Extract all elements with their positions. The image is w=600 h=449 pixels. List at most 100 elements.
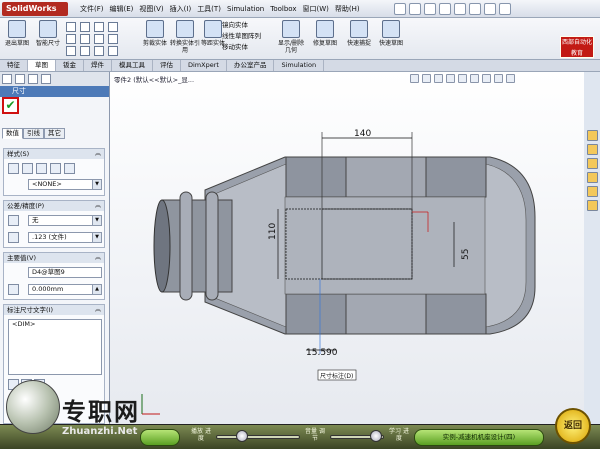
tab-mold-tools[interactable]: 模具工具 <box>112 60 153 71</box>
line-icon[interactable] <box>66 22 76 32</box>
dim-55-label[interactable]: 55 <box>461 249 471 260</box>
dimension-name-field[interactable]: D4@草图9 <box>28 267 102 278</box>
dim-height-label[interactable]: 110 <box>268 223 278 240</box>
move-entities-button[interactable]: 移动实体 <box>222 42 248 52</box>
menu-tools[interactable]: 工具(T) <box>197 3 221 15</box>
dim-active-label[interactable]: 15.590 <box>306 348 338 358</box>
dim-width-label[interactable]: 140 <box>354 129 371 139</box>
open-file-icon[interactable] <box>409 3 421 15</box>
reverse-direction-icon[interactable] <box>8 284 19 295</box>
tab-other[interactable]: 其它 <box>44 128 65 139</box>
tab-simulation[interactable]: Simulation <box>274 60 325 71</box>
file-explorer-icon[interactable] <box>586 158 598 169</box>
tab-features[interactable]: 特征 <box>0 60 28 71</box>
dimxpert-manager-icon[interactable] <box>41 74 51 84</box>
precision-select[interactable]: .123 (文件) ▼ <box>28 232 102 243</box>
menu-edit[interactable]: 编辑(E) <box>110 3 134 15</box>
trim-entities-button[interactable]: 剪裁实体 <box>140 20 170 56</box>
collapse-icon[interactable]: ︽ <box>95 201 101 211</box>
tolerance-section-header[interactable]: 公差/精度(P) ︽ <box>4 201 104 211</box>
view-palette-icon[interactable] <box>586 172 598 183</box>
volume-knob[interactable] <box>370 430 382 442</box>
resources-icon[interactable] <box>586 130 598 141</box>
style-select[interactable]: <NONE> ▼ <box>28 179 102 190</box>
menu-help[interactable]: 帮助(H) <box>335 3 360 15</box>
polygon-icon[interactable] <box>80 34 90 44</box>
rebuild-icon[interactable] <box>484 3 496 15</box>
smart-dimension-button[interactable]: 智能尺寸 <box>33 20 63 56</box>
slot-icon[interactable] <box>94 22 104 32</box>
menu-simulation[interactable]: Simulation <box>227 3 264 15</box>
rapid-sketch-button[interactable]: 快速草图 <box>376 20 406 56</box>
arc-icon[interactable] <box>66 34 76 44</box>
tab-dimxpert[interactable]: DimXpert <box>181 60 227 71</box>
display-relations-button[interactable]: 显示/删除几何 <box>276 20 306 56</box>
menu-toolbox[interactable]: Toolbox <box>270 3 296 15</box>
app-logo[interactable]: SolidWorks <box>2 2 68 16</box>
progress-slider[interactable] <box>216 435 300 439</box>
tab-office-products[interactable]: 办公室产品 <box>227 60 275 71</box>
menu-window[interactable]: 窗口(W) <box>302 3 328 15</box>
ok-button[interactable]: ✔ <box>2 97 19 114</box>
appearances-icon[interactable] <box>586 186 598 197</box>
circle-icon[interactable] <box>66 46 76 56</box>
linear-pattern-button[interactable]: 线性草图阵列 <box>222 31 261 41</box>
quick-snaps-button[interactable]: 快速捕捉 <box>344 20 374 56</box>
spin-icon[interactable]: ▲ <box>92 285 101 294</box>
tab-sheetmetal[interactable]: 钣金 <box>56 60 84 71</box>
design-library-icon[interactable] <box>586 144 598 155</box>
model-viewport: 140 110 55 15.590 尺寸标注(D) <box>141 129 536 415</box>
fillet-icon[interactable] <box>108 34 118 44</box>
rectangle-icon[interactable] <box>80 22 90 32</box>
menu-view[interactable]: 视图(V) <box>139 3 163 15</box>
collapse-icon[interactable]: ︽ <box>95 149 101 159</box>
text-icon[interactable] <box>94 34 104 44</box>
progress-knob[interactable] <box>236 430 248 442</box>
tab-evaluate[interactable]: 评估 <box>153 60 181 71</box>
spline-icon[interactable] <box>108 22 118 32</box>
graphics-area[interactable]: 零件2 (默认<<默认>_显... 140 110 55 15.590 尺寸标注… <box>110 72 584 430</box>
mirror-entities-button[interactable]: 镜向实体 <box>222 20 248 30</box>
tab-sketch[interactable]: 草图 <box>28 60 56 71</box>
tolerance-select[interactable]: 无 ▼ <box>28 215 102 226</box>
ellipse-icon[interactable] <box>80 46 90 56</box>
new-file-icon[interactable] <box>394 3 406 15</box>
tab-value[interactable]: 数值 <box>2 128 23 139</box>
dimension-text-area[interactable]: <DIM> <box>8 319 102 375</box>
property-manager-icon[interactable] <box>15 74 25 84</box>
exit-sketch-icon <box>8 20 26 38</box>
collapse-icon[interactable]: ︽ <box>95 253 101 263</box>
menu-file[interactable]: 文件(F) <box>80 3 104 15</box>
primary-value-header[interactable]: 主要值(V) ︽ <box>4 253 104 263</box>
select-icon[interactable] <box>469 3 481 15</box>
style-apply-icon[interactable] <box>8 163 19 174</box>
custom-props-icon[interactable] <box>586 200 598 211</box>
lesson-title[interactable]: 实例-减速机机座设计(四) <box>414 429 544 446</box>
exit-sketch-button[interactable]: 退出草图 <box>2 20 32 56</box>
style-update-icon[interactable] <box>36 163 47 174</box>
config-manager-icon[interactable] <box>28 74 38 84</box>
convert-entities-button[interactable]: 转换实体引用 <box>170 20 200 56</box>
toggle-button[interactable] <box>140 429 180 446</box>
print-icon[interactable] <box>439 3 451 15</box>
dimension-value-field[interactable]: 0.000mm ▲ <box>28 284 102 295</box>
tab-weldments[interactable]: 焊件 <box>84 60 112 71</box>
return-button[interactable]: 返回 <box>555 408 591 444</box>
save-icon[interactable] <box>424 3 436 15</box>
collapse-icon[interactable]: ︽ <box>95 305 101 315</box>
style-add-icon[interactable] <box>22 163 33 174</box>
centerline-icon[interactable] <box>108 46 118 56</box>
point-icon[interactable] <box>94 46 104 56</box>
style-delete-icon[interactable] <box>50 163 61 174</box>
style-save-icon[interactable] <box>64 163 75 174</box>
dimension-text-header[interactable]: 标注尺寸文字(I) ︽ <box>4 305 104 315</box>
sketch-tools-row-2 <box>66 34 118 44</box>
repair-sketch-button[interactable]: 修复草图 <box>310 20 340 56</box>
chevron-down-icon: ▼ <box>92 180 101 189</box>
feature-tree-icon[interactable] <box>2 74 12 84</box>
undo-icon[interactable] <box>454 3 466 15</box>
tab-leaders[interactable]: 引线 <box>23 128 44 139</box>
style-section-header[interactable]: 样式(S) ︽ <box>4 149 104 159</box>
menu-insert[interactable]: 插入(I) <box>170 3 192 15</box>
options-icon[interactable] <box>499 3 511 15</box>
